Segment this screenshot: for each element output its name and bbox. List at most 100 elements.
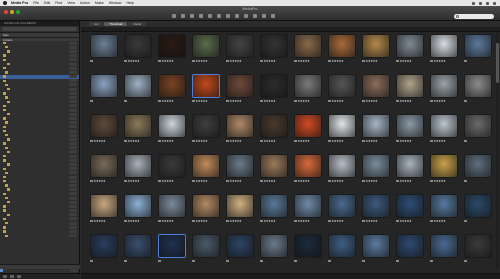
thumbnail-checkbox[interactable] bbox=[396, 259, 399, 263]
thumbnail-image[interactable] bbox=[397, 35, 423, 57]
thumbnail-checkbox[interactable] bbox=[294, 139, 297, 143]
thumbnail-cell[interactable] bbox=[429, 233, 459, 273]
rating-stars[interactable]: ★★★★★ bbox=[264, 59, 276, 63]
rating-stars[interactable]: ★★★★★ bbox=[230, 139, 242, 143]
thumbnail-checkbox[interactable] bbox=[362, 219, 365, 223]
menu-view[interactable]: View bbox=[67, 1, 75, 5]
rating-stars[interactable]: ★★★★★ bbox=[196, 59, 208, 63]
thumbnail-cell[interactable]: ★★★★★ bbox=[361, 113, 391, 153]
menu-make[interactable]: Make bbox=[95, 1, 104, 5]
thumbnail-cell[interactable]: ★★★★★ bbox=[361, 153, 391, 193]
thumbnail-cell[interactable] bbox=[225, 233, 255, 273]
thumbnail-cell[interactable] bbox=[463, 193, 493, 233]
thumbnail-checkbox[interactable] bbox=[294, 219, 297, 223]
thumbnail-checkbox[interactable] bbox=[396, 139, 399, 143]
thumbnail-image[interactable] bbox=[91, 35, 117, 57]
thumbnail-checkbox[interactable] bbox=[464, 139, 467, 143]
thumbnail-checkbox[interactable] bbox=[226, 219, 229, 223]
thumbnail-cell[interactable] bbox=[123, 73, 153, 113]
rating-stars[interactable]: ★★★★★ bbox=[94, 139, 106, 143]
thumbnail-image[interactable] bbox=[159, 235, 185, 257]
thumbnail-cell[interactable]: ★★★★★ bbox=[89, 113, 119, 153]
thumbnail-checkbox[interactable] bbox=[192, 99, 195, 103]
menu-app[interactable]: Media Pro bbox=[11, 1, 28, 5]
thumbnail-checkbox[interactable] bbox=[328, 139, 331, 143]
thumbnail-checkbox[interactable] bbox=[260, 59, 263, 63]
rating-stars[interactable]: ★★★★★ bbox=[366, 139, 378, 143]
thumbnail-cell[interactable] bbox=[395, 233, 425, 273]
thumbnail-cell[interactable] bbox=[259, 233, 289, 273]
rating-stars[interactable]: ★★★★★ bbox=[230, 99, 242, 103]
thumbnail-image[interactable] bbox=[193, 195, 219, 217]
thumbnail-cell[interactable]: ★★★★★ bbox=[225, 113, 255, 153]
rating-stars[interactable]: ★★★★★ bbox=[128, 179, 140, 183]
rating-stars[interactable]: ★★★★★ bbox=[298, 179, 310, 183]
thumbnail-cell[interactable]: ★★★★★ bbox=[259, 193, 289, 233]
lightbox-icon[interactable] bbox=[208, 14, 212, 18]
thumbnail-image[interactable] bbox=[329, 235, 355, 257]
thumbnail-cell[interactable]: ★★★★★ bbox=[361, 193, 391, 233]
thumbnail-cell[interactable] bbox=[123, 233, 153, 273]
thumbnail-cell[interactable] bbox=[89, 73, 119, 113]
thumbnail-checkbox[interactable] bbox=[90, 99, 93, 103]
thumbnail-checkbox[interactable] bbox=[124, 99, 127, 103]
thumbnail-cell[interactable]: ★★★★★ bbox=[259, 153, 289, 193]
thumbnail-image[interactable] bbox=[295, 35, 321, 57]
thumbnail-cell[interactable]: ★★★★★ bbox=[395, 73, 425, 113]
thumbnail-image[interactable] bbox=[431, 235, 457, 257]
rating-stars[interactable]: ★★★★★ bbox=[162, 99, 174, 103]
menu-edit[interactable]: Edit bbox=[44, 1, 50, 5]
thumbnail-checkbox[interactable] bbox=[124, 179, 127, 183]
rating-stars[interactable]: ★★★★★ bbox=[162, 139, 174, 143]
scrollbar[interactable] bbox=[496, 33, 499, 269]
rating-stars[interactable]: ★★★★★ bbox=[298, 99, 310, 103]
tab-media[interactable]: Media bbox=[128, 22, 147, 26]
info-icon[interactable] bbox=[217, 14, 221, 18]
rating-stars[interactable]: ★★★★★ bbox=[162, 219, 174, 223]
thumbnail-image[interactable] bbox=[227, 115, 253, 137]
thumbnail-checkbox[interactable] bbox=[124, 219, 127, 223]
thumbnail-cell[interactable]: ★★★★★ bbox=[395, 113, 425, 153]
thumbnail-image[interactable] bbox=[397, 75, 423, 97]
tab-thumbnail[interactable]: Thumbnail bbox=[104, 22, 128, 26]
thumbnail-cell[interactable] bbox=[361, 233, 391, 273]
thumbnail-cell[interactable]: ★★★★★ bbox=[225, 153, 255, 193]
thumbnail-image[interactable] bbox=[295, 235, 321, 257]
thumbnail-cell[interactable] bbox=[157, 233, 187, 273]
thumbnail-cell[interactable]: ★★★★★ bbox=[191, 153, 221, 193]
wifi-icon[interactable] bbox=[472, 1, 475, 5]
thumbnail-cell[interactable]: ★★★★★ bbox=[395, 33, 425, 73]
rating-stars[interactable]: ★★★★★ bbox=[230, 59, 242, 63]
thumbnail-image[interactable] bbox=[227, 195, 253, 217]
thumbnail-checkbox[interactable] bbox=[328, 179, 331, 183]
rating-stars[interactable]: ★★★★★ bbox=[162, 179, 174, 183]
thumbnail-image[interactable] bbox=[465, 195, 491, 217]
thumbnail-image[interactable] bbox=[329, 195, 355, 217]
rating-stars[interactable]: ★★★★★ bbox=[128, 139, 140, 143]
thumbnail-image[interactable] bbox=[125, 75, 151, 97]
menu-action[interactable]: Action bbox=[80, 1, 90, 5]
thumbnail-image[interactable] bbox=[159, 195, 185, 217]
thumbnail-checkbox[interactable] bbox=[464, 59, 467, 63]
thumbnail-image[interactable] bbox=[431, 155, 457, 177]
delete-icon[interactable] bbox=[262, 14, 266, 18]
thumbnail-image[interactable] bbox=[227, 235, 253, 257]
thumbnail-checkbox[interactable] bbox=[226, 99, 229, 103]
thumbnail-checkbox[interactable] bbox=[396, 179, 399, 183]
rating-stars[interactable]: ★★★★★ bbox=[264, 179, 276, 183]
rating-stars[interactable]: ★★★★★ bbox=[196, 179, 208, 183]
rating-stars[interactable]: ★★★★★ bbox=[366, 219, 378, 223]
thumbnail-checkbox[interactable] bbox=[90, 139, 93, 143]
thumbnail-cell[interactable]: ★★★★★ bbox=[89, 153, 119, 193]
rating-stars[interactable]: ★★★★★ bbox=[162, 59, 174, 63]
thumbnail-checkbox[interactable] bbox=[124, 59, 127, 63]
battery-icon[interactable] bbox=[486, 1, 489, 5]
rating-stars[interactable]: ★★★★★ bbox=[94, 179, 106, 183]
rating-stars[interactable]: ★★★★★ bbox=[400, 59, 412, 63]
thumbnail-image[interactable] bbox=[295, 115, 321, 137]
thumbnail-checkbox[interactable] bbox=[192, 219, 195, 223]
thumbnail-checkbox[interactable] bbox=[294, 99, 297, 103]
thumbnail-cell[interactable]: ★★★★★ bbox=[293, 33, 323, 73]
thumbnail-image[interactable] bbox=[363, 195, 389, 217]
rating-stars[interactable]: ★★★★★ bbox=[366, 59, 378, 63]
